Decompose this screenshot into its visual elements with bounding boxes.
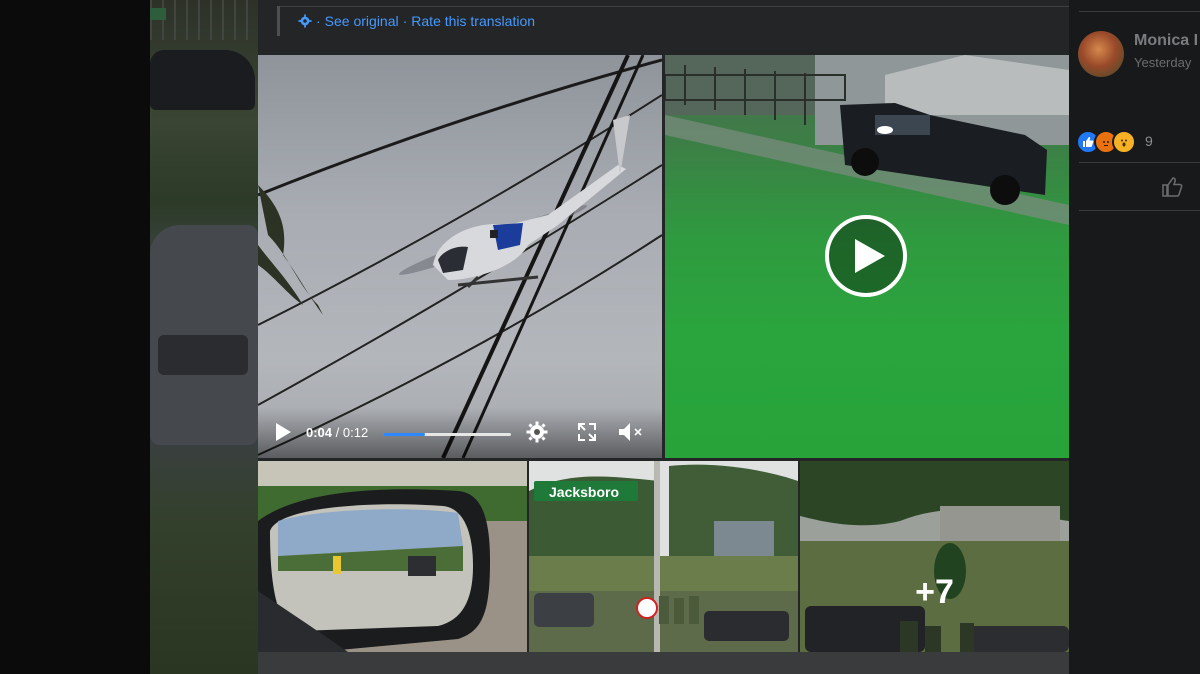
video-time: 0:04 / 0:12: [306, 425, 368, 440]
duration: 0:12: [342, 425, 369, 440]
video-controls: 0:04 / 0:12: [258, 408, 662, 458]
photo-street[interactable]: Jacksboro: [529, 461, 798, 652]
background-car: [150, 50, 255, 110]
reaction-count[interactable]: 9: [1145, 133, 1153, 149]
post-bottom-strip: [258, 652, 1069, 674]
sidebar-divider: [1079, 11, 1200, 12]
translation-quote-bar: [277, 6, 280, 36]
separator: ·: [316, 13, 321, 29]
background-fence: [150, 0, 260, 40]
sidebar-divider: [1079, 210, 1200, 211]
more-photos-overlay[interactable]: [800, 461, 1069, 652]
video-helicopter[interactable]: 0:04 / 0:12: [258, 55, 662, 458]
mute-icon[interactable]: [618, 422, 644, 442]
gear-icon: [298, 14, 312, 28]
mirror-scene: [258, 461, 527, 652]
svg-text:Jacksboro: Jacksboro: [549, 484, 619, 500]
post-panel: · See original · Rate this translation 0…: [258, 0, 1069, 674]
background-suv: [150, 225, 258, 445]
background-sign: [150, 8, 166, 20]
progress-bar[interactable]: [383, 433, 511, 436]
wow-reaction-icon: [1112, 130, 1136, 154]
street-scene: Jacksboro: [529, 461, 798, 652]
helicopter-scene: [258, 55, 662, 458]
current-time: 0:04: [306, 425, 333, 440]
separator: ·: [402, 13, 408, 29]
rate-translation-link[interactable]: Rate this translation: [411, 13, 535, 29]
time-separator: /: [335, 425, 340, 440]
translation-bar: · See original · Rate this translation: [298, 13, 535, 29]
divider: [278, 6, 1069, 7]
progress-fill: [383, 433, 426, 436]
video-truck[interactable]: [665, 55, 1069, 458]
avatar[interactable]: [1078, 31, 1124, 77]
see-original-link[interactable]: See original: [325, 13, 399, 29]
settings-gear-icon[interactable]: [526, 421, 548, 443]
sidebar-divider: [1079, 162, 1200, 163]
photo-officers[interactable]: +7: [800, 461, 1069, 652]
post-timestamp[interactable]: Yesterday: [1134, 55, 1191, 70]
comments-sidebar: Monica I Yesterday 9: [1069, 0, 1200, 674]
author-name[interactable]: Monica I: [1134, 32, 1198, 50]
fullscreen-icon[interactable]: [578, 423, 596, 441]
play-button-large[interactable]: [825, 215, 907, 297]
play-icon: [855, 239, 885, 273]
photo-mirror[interactable]: [258, 461, 527, 652]
background-photo: [150, 0, 260, 674]
play-icon[interactable]: [274, 422, 292, 442]
like-thumb-icon[interactable]: [1161, 176, 1183, 198]
more-photos-count[interactable]: +7: [800, 573, 1069, 612]
reaction-icons[interactable]: [1076, 130, 1136, 154]
